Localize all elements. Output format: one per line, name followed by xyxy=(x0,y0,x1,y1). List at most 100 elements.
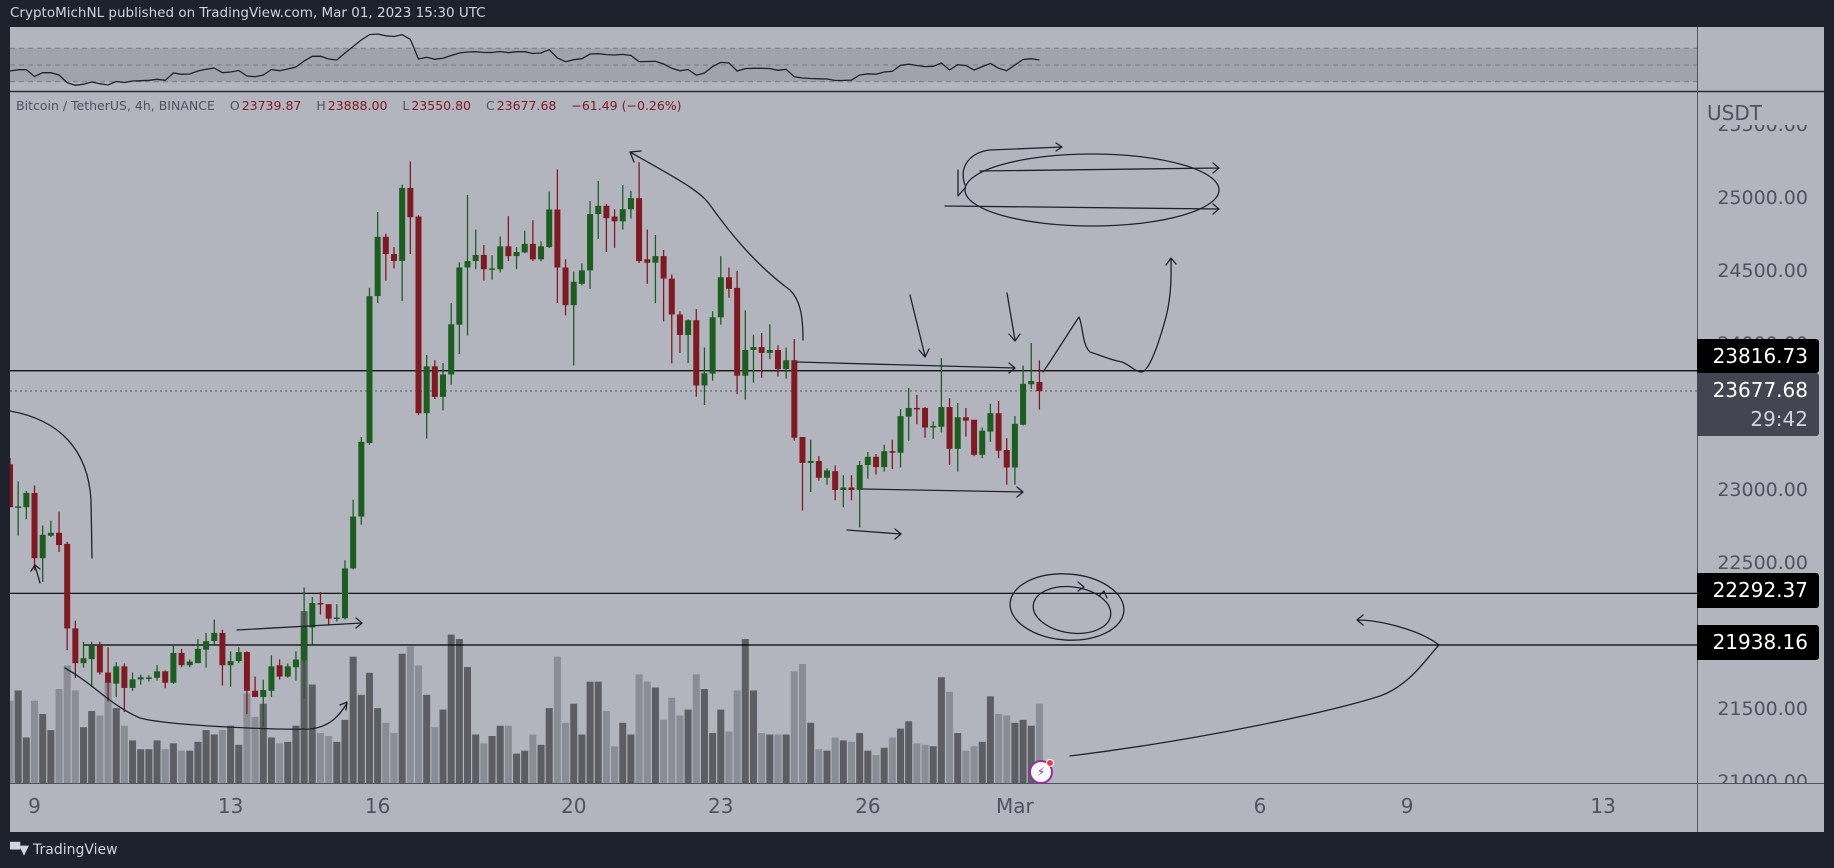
level-price-label: 21938.16 xyxy=(1697,625,1819,660)
candle-body xyxy=(881,451,888,468)
candle-body xyxy=(954,417,961,449)
volume-bar xyxy=(774,734,782,783)
candle xyxy=(709,311,716,381)
candle-body xyxy=(219,632,226,666)
volume-series xyxy=(10,611,1043,783)
candle-body xyxy=(922,407,929,428)
time-tick-label: 16 xyxy=(364,794,391,818)
candle-body xyxy=(676,314,683,335)
chart-canvas[interactable] xyxy=(0,0,1834,868)
volume-bar xyxy=(316,733,324,783)
candle-body xyxy=(848,487,855,490)
candle xyxy=(750,334,757,383)
candle xyxy=(889,439,896,470)
drawing-breakout-arrow[interactable] xyxy=(236,617,363,631)
candle-body xyxy=(750,347,757,350)
candle xyxy=(1003,438,1010,485)
drawing-target-loop[interactable] xyxy=(962,142,1063,186)
legend-close: 23677.68 xyxy=(496,98,557,113)
drawing-small-up-arrow[interactable] xyxy=(30,564,41,584)
candle xyxy=(979,427,986,459)
drawing-circle-arrows[interactable] xyxy=(1077,581,1108,599)
candle-body xyxy=(529,243,536,260)
candle xyxy=(227,651,234,687)
volume-bar xyxy=(169,743,177,783)
volume-bar xyxy=(137,749,145,783)
candle xyxy=(203,632,210,668)
drawing-down-arrow-2[interactable] xyxy=(1006,292,1021,342)
candle-body xyxy=(725,277,732,289)
candle xyxy=(64,541,71,651)
candle-body xyxy=(113,666,120,684)
candle xyxy=(652,234,659,304)
volume-bar xyxy=(594,681,602,783)
candle-body xyxy=(734,287,741,376)
price-tick-label: 25000.00 xyxy=(1717,187,1808,209)
candle-body xyxy=(995,413,1002,451)
drawing-down-arrow-1[interactable] xyxy=(909,294,930,358)
volume-bar xyxy=(382,722,390,783)
drawing-low-arrow[interactable] xyxy=(846,528,902,540)
drawing-target-oval[interactable] xyxy=(964,153,1220,227)
volume-bar xyxy=(31,700,39,783)
volume-bar xyxy=(798,664,806,783)
drawing-projection-path[interactable] xyxy=(1042,257,1177,373)
candle xyxy=(137,674,144,685)
drawing-target-arrow-bottom[interactable] xyxy=(944,169,1220,215)
candle xyxy=(1011,416,1018,485)
candle-body xyxy=(513,252,520,257)
candle xyxy=(23,490,30,520)
candle-body xyxy=(774,349,781,370)
candle xyxy=(497,236,504,273)
price-tick-label: 21000.00 xyxy=(1717,771,1808,783)
candle-body xyxy=(611,216,618,222)
candle xyxy=(897,409,904,468)
drawing-right-curve-arrow[interactable] xyxy=(1069,614,1440,757)
currency-label[interactable]: USDT xyxy=(1707,101,1822,125)
lightning-event-icon[interactable]: ⚡ xyxy=(1029,759,1054,784)
candle-body xyxy=(456,267,463,325)
candle-body xyxy=(824,470,830,478)
candle xyxy=(619,185,626,230)
volume-bar xyxy=(210,734,218,783)
volume-bar xyxy=(962,750,970,783)
volume-bar xyxy=(10,700,14,783)
candle xyxy=(971,419,978,457)
drawing-circle-inner[interactable] xyxy=(1030,582,1114,638)
candle-body xyxy=(276,665,283,677)
candle xyxy=(317,592,324,615)
volume-bar xyxy=(423,694,431,783)
candle xyxy=(480,245,487,281)
volume-bar xyxy=(602,711,610,783)
candle xyxy=(627,190,634,219)
candle-body xyxy=(889,451,896,453)
candle-body xyxy=(154,671,161,678)
candle xyxy=(595,180,602,239)
price-axis[interactable]: 25500.0025000.0024500.0024000.0023000.00… xyxy=(1697,92,1824,783)
candle-body xyxy=(897,416,904,453)
candle-body xyxy=(505,246,512,257)
candle-body xyxy=(766,349,773,353)
legend-high: 23888.00 xyxy=(327,98,388,113)
candle xyxy=(268,655,275,698)
candle xyxy=(873,454,880,475)
candle-body xyxy=(709,317,716,374)
volume-bar xyxy=(194,741,202,783)
candle-body xyxy=(799,437,806,463)
candle-body xyxy=(644,259,651,263)
legend-symbol[interactable]: Bitcoin / TetherUS, 4h, BINANCE xyxy=(16,98,215,113)
volume-bar xyxy=(684,709,692,783)
candle xyxy=(668,274,675,364)
candle-body xyxy=(350,516,357,569)
volume-bar xyxy=(986,696,994,783)
candle xyxy=(521,230,528,254)
drawing-support-arrow[interactable] xyxy=(862,486,1024,498)
candle-body xyxy=(64,543,71,629)
rsi-pane xyxy=(10,33,1697,86)
volume-bar xyxy=(341,719,349,783)
candle-body xyxy=(472,254,479,262)
candle-body xyxy=(56,532,63,546)
volume-bar xyxy=(611,746,619,783)
candle-body xyxy=(317,603,324,605)
volume-bar xyxy=(513,753,521,783)
